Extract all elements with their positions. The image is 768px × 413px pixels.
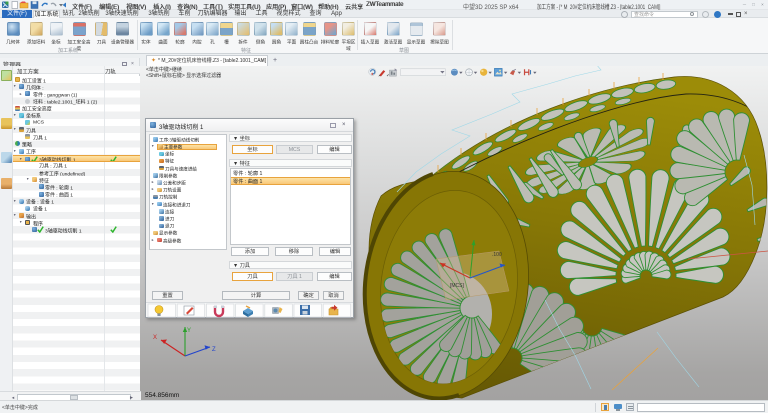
svg-text:[MCS]: [MCS] bbox=[450, 283, 465, 289]
svg-text:X: X bbox=[153, 335, 157, 341]
svg-text:Y: Y bbox=[187, 328, 191, 334]
svg-text:Z: Z bbox=[212, 347, 216, 353]
svg-text:.100: .100 bbox=[492, 252, 502, 258]
